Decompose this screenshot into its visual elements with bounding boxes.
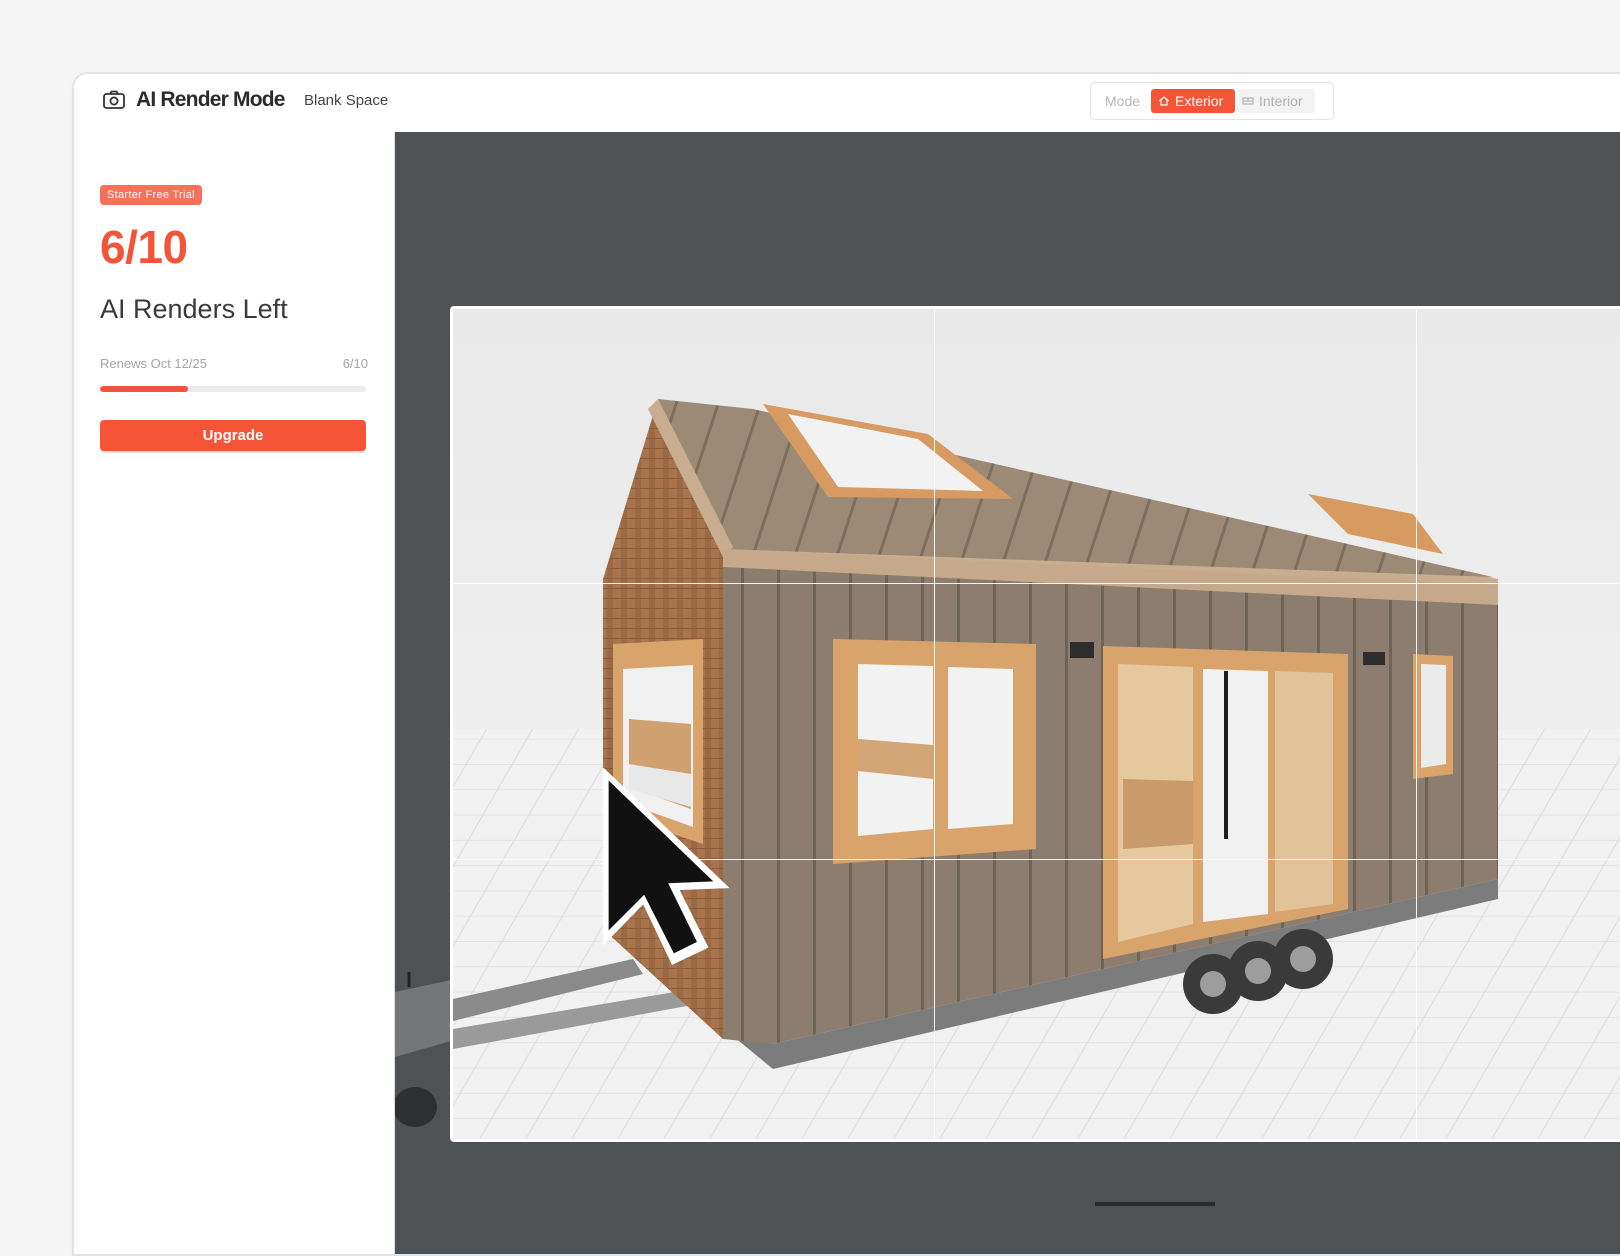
camera-icon: [103, 90, 125, 109]
house-icon: [1159, 96, 1169, 106]
mode-label: Mode: [1105, 93, 1141, 109]
mode-exterior-label: Exterior: [1175, 93, 1224, 109]
usage-progress-fill: [100, 386, 188, 392]
plan-badge: Starter Free Trial: [100, 185, 202, 205]
mode-switch: Mode Exterior Interior: [1090, 82, 1334, 120]
upgrade-button[interactable]: Upgrade: [100, 420, 366, 451]
renders-count: 6/10: [100, 221, 188, 273]
mode-interior-label: Interior: [1259, 93, 1303, 109]
grid-line-vertical-1: [934, 309, 935, 1139]
app-window: AI Render Mode Blank Space Mode Exterior…: [72, 72, 1620, 1256]
grid-line-vertical-2: [1416, 309, 1417, 1139]
mode-exterior-button[interactable]: Exterior: [1151, 89, 1235, 113]
sidebar: Starter Free Trial 6/10 AI Renders Left …: [74, 132, 395, 1254]
usage-progress-bar: [100, 386, 366, 392]
renews-date: Renews Oct 12/25: [100, 356, 207, 371]
grid-line-horizontal-1: [453, 583, 1620, 584]
arrow-cursor-icon: [602, 768, 730, 965]
renders-left-label: AI Renders Left: [100, 294, 288, 324]
render-viewport[interactable]: [395, 132, 1620, 1254]
top-bar: AI Render Mode Blank Space Mode Exterior…: [74, 74, 1620, 133]
app-title: AI Render Mode: [136, 88, 285, 111]
layout-icon: [1242, 97, 1254, 105]
mode-interior-button[interactable]: Interior: [1237, 89, 1315, 113]
project-name[interactable]: Blank Space: [304, 92, 388, 109]
usage-count: 6/10: [342, 356, 368, 371]
